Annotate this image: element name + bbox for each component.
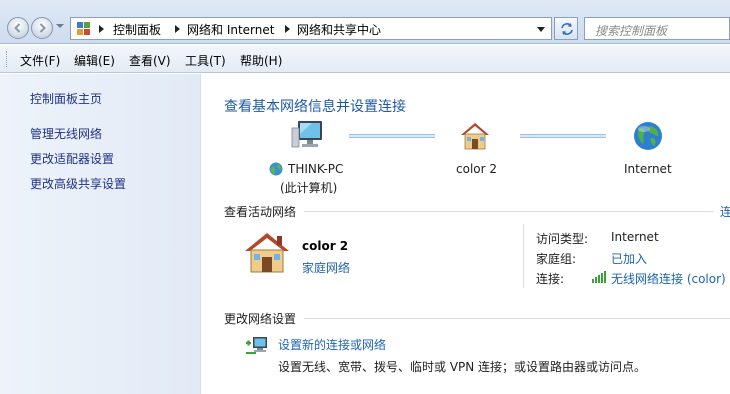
map-connector-line [349,134,435,138]
arrow-right-icon [39,23,46,33]
internet-label: Internet [624,162,672,176]
menu-file[interactable]: 文件(F) [20,52,60,69]
vertical-divider [523,224,524,288]
menu-help[interactable]: 帮助(H) [240,52,282,69]
breadcrumb-network-sharing-center[interactable]: 网络和共享中心 [297,21,381,38]
homegroup-value-link[interactable]: 已加入 [611,250,647,267]
access-type-label: 访问类型: [536,232,589,246]
map-connector-line [520,134,606,138]
menubar-grip [6,51,9,67]
page-title: 查看基本网络信息并设置连接 [224,99,406,115]
sidebar: 控制面板主页 管理无线网络 更改适配器设置 更改高级共享设置 [0,74,201,394]
breadcrumb-separator[interactable] [175,25,180,33]
section-divider [304,211,714,212]
search-input[interactable]: 搜索控制面板 [584,17,730,40]
internet-globe-icon[interactable] [632,120,664,152]
computer-icon[interactable] [290,118,326,152]
breadcrumb-control-panel[interactable]: 控制面板 [113,21,161,38]
refresh-icon [561,23,573,35]
breadcrumb-separator[interactable] [285,25,290,33]
breadcrumb-separator[interactable] [99,25,104,33]
forward-button[interactable] [31,17,53,39]
sidebar-item-manage-wireless[interactable]: 管理无线网络 [30,125,102,142]
connect-disconnect-link[interactable]: 连 [720,203,730,220]
home-network-icon[interactable] [458,120,492,152]
sidebar-item-control-panel-home[interactable]: 控制面板主页 [30,90,102,107]
back-button[interactable] [7,17,29,39]
address-dropdown-icon[interactable] [537,27,545,32]
computer-name: THINK-PC [288,162,344,176]
breadcrumb-network-internet[interactable]: 网络和 Internet [187,21,274,38]
main-content: 查看基本网络信息并设置连接 THINK-PC (此计算机) color 2 In… [202,74,730,394]
network-name-label: color 2 [456,162,497,176]
connection-value-link[interactable]: 无线网络连接 (color) [611,270,726,287]
sidebar-item-adapter-settings[interactable]: 更改适配器设置 [30,150,114,167]
wifi-signal-icon [592,271,606,283]
menu-edit[interactable]: 编辑(E) [74,52,115,69]
access-type-value: Internet [611,230,659,244]
menu-tools[interactable]: 工具(T) [185,52,226,69]
network-type-link[interactable]: 家庭网络 [302,259,350,276]
active-network-name: color 2 [302,239,349,253]
arrow-left-icon [14,23,21,33]
connection-label: 连接: [536,272,565,286]
setup-new-connection-link[interactable]: 设置新的连接或网络 [278,336,386,353]
network-computer-small-icon [269,162,283,176]
breadcrumb[interactable]: 控制面板 网络和 Internet 网络和共享中心 [70,17,552,40]
recent-pages-dropdown[interactable] [56,24,64,28]
address-bar: 控制面板 网络和 Internet 网络和共享中心 搜索控制面板 [0,0,730,44]
menu-bar: 文件(F) 编辑(E) 查看(V) 工具(T) 帮助(H) [0,45,730,73]
computer-sublabel: (此计算机) [280,181,338,195]
control-panel-icon [77,22,90,35]
setup-connection-icon [246,337,267,354]
active-networks-header: 查看活动网络 [224,205,297,219]
search-placeholder: 搜索控制面板 [595,24,668,38]
menu-view[interactable]: 查看(V) [129,52,171,69]
section-divider [304,318,730,319]
refresh-button[interactable] [554,17,578,40]
sidebar-item-advanced-sharing[interactable]: 更改高级共享设置 [30,175,126,192]
homegroup-label: 家庭组: [536,252,577,266]
change-settings-header: 更改网络设置 [224,312,297,326]
setup-connection-description: 设置无线、宽带、拨号、临时或 VPN 连接；或设置路由器或访问点。 [278,360,647,374]
home-network-large-icon [245,233,289,273]
